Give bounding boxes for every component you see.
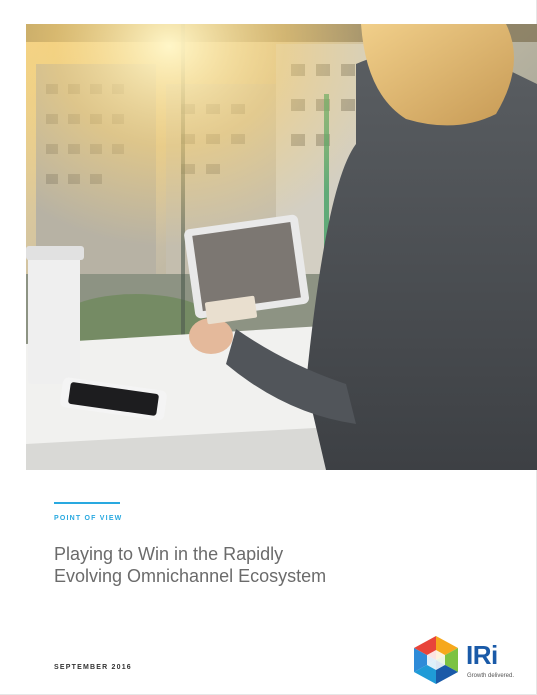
report-cover: POINT OF VIEW Playing to Win in the Rapi…	[0, 0, 537, 695]
report-title-line-1: Playing to Win in the Rapidly	[54, 544, 284, 564]
woman-with-tablet-photo	[26, 24, 537, 470]
kicker-label: POINT OF VIEW	[54, 515, 123, 522]
accent-rule	[54, 502, 120, 504]
publication-date: SEPTEMBER 2016	[54, 664, 132, 671]
iri-tagline: Growth delivered.	[467, 673, 515, 679]
iri-hexagon-logo-icon	[414, 636, 458, 684]
report-title-line-2: Evolving Omnichannel Ecosystem	[54, 566, 327, 586]
iri-wordmark: IRi	[466, 640, 498, 670]
iri-logo: IRi Growth delivered.	[414, 636, 524, 686]
cover-photo	[26, 24, 537, 470]
report-title: Playing to Win in the Rapidly Evolving O…	[54, 543, 434, 587]
